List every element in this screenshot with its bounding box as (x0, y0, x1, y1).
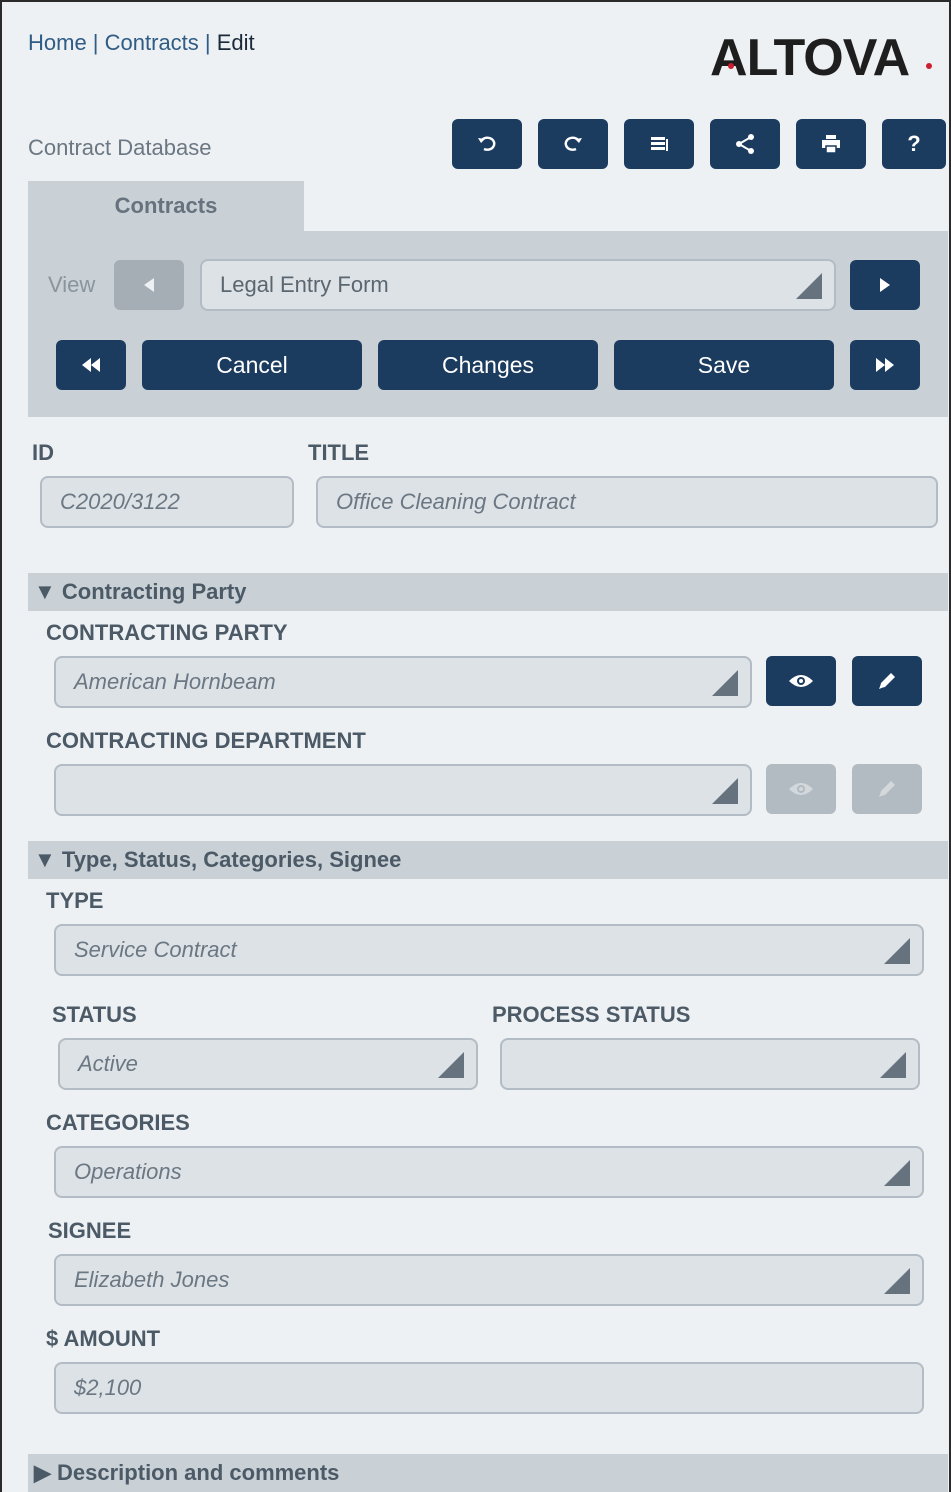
signee-value: Elizabeth Jones (74, 1267, 230, 1292)
share-button[interactable] (710, 119, 780, 169)
changes-button[interactable]: Changes (378, 340, 598, 390)
id-label: ID (32, 440, 54, 465)
title-field-value: Office Cleaning Contract (336, 489, 576, 514)
print-icon (822, 135, 840, 154)
first-record-button[interactable] (56, 340, 126, 390)
redo-icon (564, 136, 582, 151)
categories-label: CATEGORIES (46, 1110, 190, 1135)
dropdown-corner-icon (884, 1160, 910, 1186)
type-select[interactable]: Service Contract (54, 924, 924, 976)
next-view-button[interactable] (850, 260, 920, 310)
list-icon (651, 137, 668, 151)
breadcrumb-contracts[interactable]: Contracts (105, 30, 199, 55)
contracting-department-label: CONTRACTING DEPARTMENT (46, 728, 366, 753)
rewind-icon (82, 358, 100, 372)
title-field[interactable]: Office Cleaning Contract (316, 476, 938, 528)
share-icon (736, 134, 754, 154)
view-label: View (48, 272, 96, 297)
eye-icon (789, 783, 813, 795)
triangle-left-icon (144, 278, 154, 292)
dropdown-corner-icon (884, 1268, 910, 1294)
triangle-right-icon (880, 278, 890, 292)
cancel-button[interactable]: Cancel (142, 340, 362, 390)
logo-letter-a-end: A (872, 29, 911, 87)
breadcrumb-separator: | (86, 30, 105, 55)
view-department-button[interactable] (766, 764, 836, 814)
previous-view-button[interactable] (114, 260, 184, 310)
breadcrumb-separator: | (198, 30, 217, 55)
dropdown-corner-icon (438, 1052, 464, 1078)
contracting-department-select[interactable] (54, 764, 752, 816)
amount-value: $2,100 (74, 1375, 142, 1400)
status-select[interactable]: Active (58, 1038, 478, 1090)
view-party-button[interactable] (766, 656, 836, 706)
view-select[interactable]: Legal Entry Form (200, 259, 836, 311)
process-status-label: PROCESS STATUS (492, 1002, 691, 1027)
categories-value: Operations (74, 1159, 182, 1184)
dropdown-corner-icon (884, 938, 910, 964)
pencil-icon (879, 781, 895, 797)
undo-button[interactable] (452, 119, 522, 169)
altova-logo: ALTOVA (710, 28, 911, 88)
dropdown-corner-icon (712, 778, 738, 804)
title-label: TITLE (308, 440, 370, 465)
view-select-value: Legal Entry Form (220, 272, 389, 297)
breadcrumb-home[interactable]: Home (28, 30, 87, 55)
logo-dot (728, 63, 734, 69)
section-contracting-party[interactable]: ▼ Contracting Party (28, 573, 948, 611)
status-label: STATUS (52, 1002, 137, 1027)
amount-label: $ AMOUNT (46, 1326, 161, 1351)
print-button[interactable] (796, 119, 866, 169)
type-value: Service Contract (74, 937, 237, 962)
save-button[interactable]: Save (614, 340, 834, 390)
dropdown-corner-icon (712, 670, 738, 696)
help-button[interactable]: ? (882, 119, 946, 169)
contracting-party-select[interactable]: American Hornbeam (54, 656, 752, 708)
contracting-party-value: American Hornbeam (74, 669, 276, 694)
signee-select[interactable]: Elizabeth Jones (54, 1254, 924, 1306)
logo-dot (926, 63, 932, 69)
dropdown-corner-icon (796, 273, 822, 299)
dropdown-corner-icon (880, 1052, 906, 1078)
breadcrumb-current: Edit (216, 30, 255, 55)
logo-letters-ltov: LTOV (746, 29, 874, 87)
signee-label: SIGNEE (48, 1218, 132, 1243)
tab-contracts[interactable]: Contracts (28, 181, 304, 231)
id-field[interactable]: C2020/3122 (40, 476, 294, 528)
breadcrumb: Home | Contracts | Edit (28, 30, 255, 56)
pencil-icon (879, 673, 895, 689)
amount-field[interactable]: $2,100 (54, 1362, 924, 1414)
section-description[interactable]: ▶ Description and comments (28, 1454, 948, 1492)
section-type-status[interactable]: ▼ Type, Status, Categories, Signee (28, 841, 948, 879)
redo-button[interactable] (538, 119, 608, 169)
database-title: Contract Database (28, 135, 212, 160)
logo-letter-a: A (710, 29, 748, 87)
last-record-button[interactable] (850, 340, 920, 390)
id-field-value: C2020/3122 (60, 489, 180, 514)
type-label: TYPE (46, 888, 104, 913)
undo-icon (478, 136, 496, 151)
list-button[interactable] (624, 119, 694, 169)
process-status-select[interactable] (500, 1038, 920, 1090)
contracting-party-label: CONTRACTING PARTY (46, 620, 288, 645)
edit-party-button[interactable] (852, 656, 922, 706)
categories-select[interactable]: Operations (54, 1146, 924, 1198)
edit-department-button[interactable] (852, 764, 922, 814)
fast-forward-icon (876, 358, 894, 372)
status-value: Active (78, 1051, 138, 1076)
eye-icon (789, 675, 813, 687)
app-frame: Home | Contracts | Edit ALTOVA Contract … (0, 0, 951, 1492)
